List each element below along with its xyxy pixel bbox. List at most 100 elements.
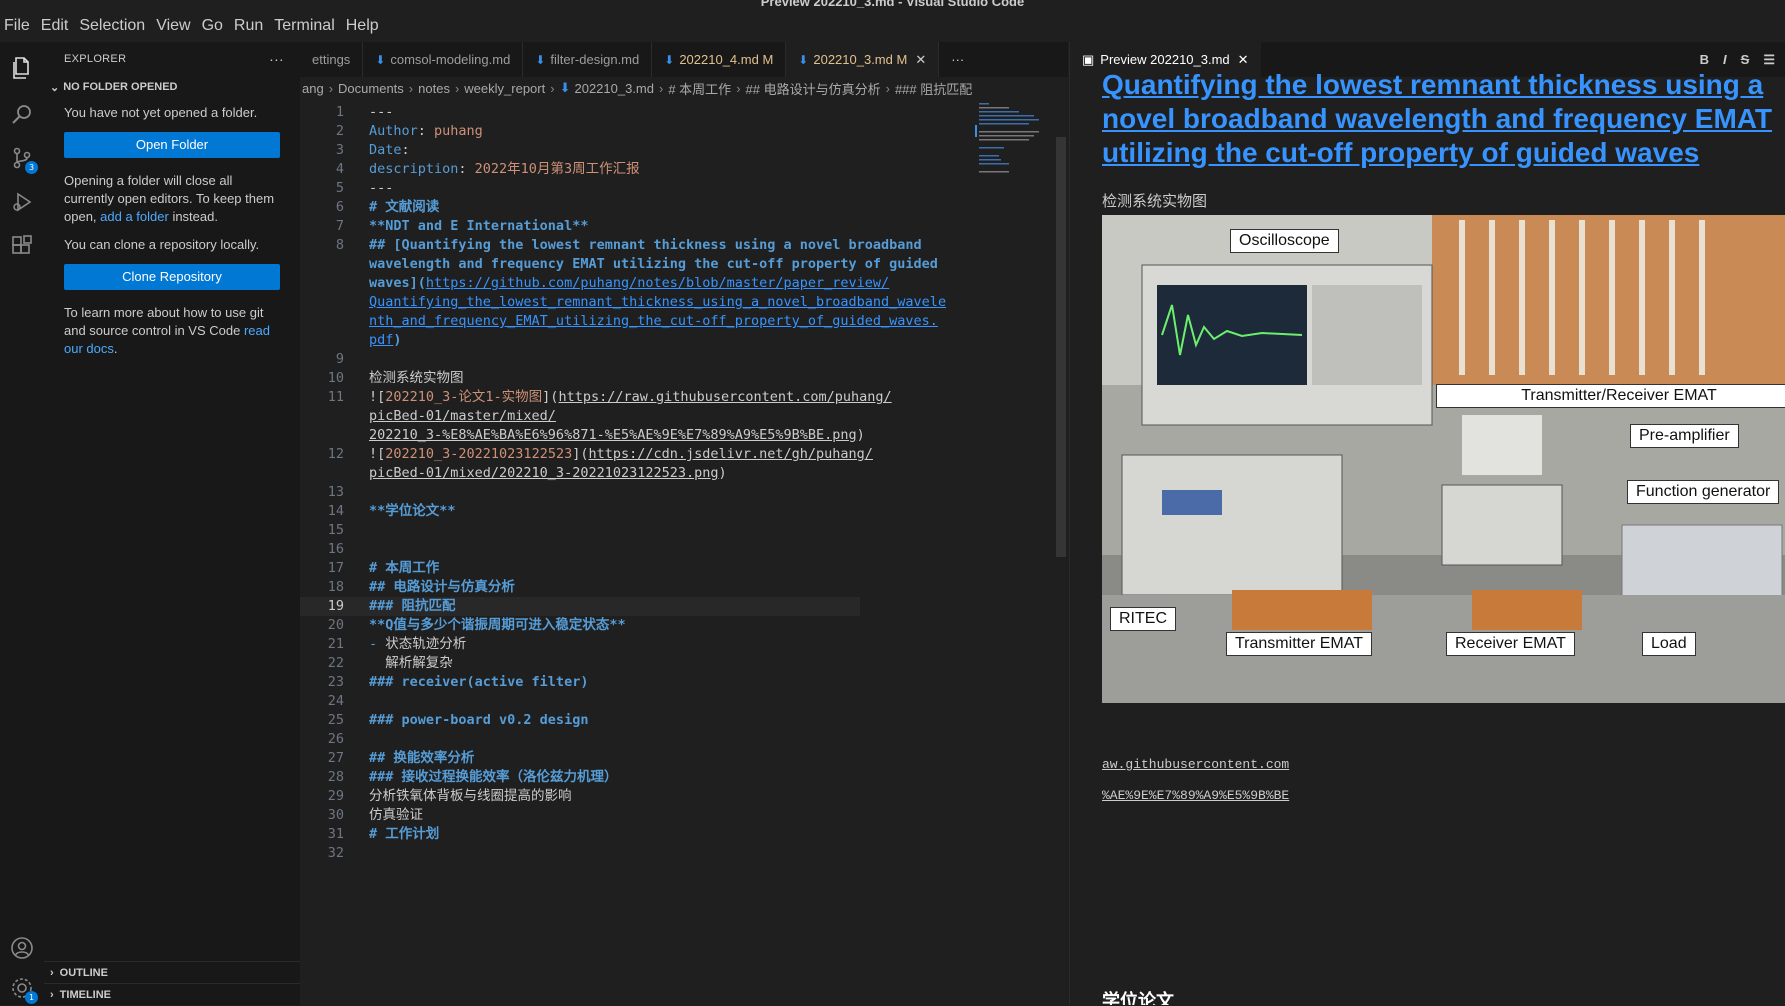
test-system-photo: Oscilloscope Transmitter/Receiver EMAT P… — [1102, 215, 1785, 703]
open-folder-note: Opening a folder will close all currentl… — [44, 166, 300, 230]
preview-body: Quantifying the lowest remnant thickness… — [1102, 68, 1785, 819]
minimap[interactable] — [975, 99, 1057, 1005]
search-icon[interactable] — [4, 96, 40, 132]
format-toolbar: B I S ☰ — [1700, 52, 1785, 68]
clone-text: You can clone a repository locally. — [64, 237, 260, 252]
markdown-icon: ⬇ — [798, 52, 809, 67]
tab-filter-design[interactable]: ⬇ filter-design.md — [523, 42, 653, 77]
label-ritec: RITEC — [1110, 607, 1176, 631]
editor-group: ettings ⬇ comsol-modeling.md ⬇ filter-desi… — [300, 42, 1068, 1005]
bold-icon[interactable]: B — [1700, 52, 1709, 68]
menu-edit[interactable]: Edit — [37, 17, 76, 35]
image-links: aw.githubusercontent.com %AE%9E%E7%89%A9… — [1102, 757, 1785, 803]
menu-terminal[interactable]: Terminal — [270, 17, 341, 35]
tab-label: filter-design.md — [550, 52, 640, 67]
tab-202210-4[interactable]: ⬇ 202210_4.md M — [652, 42, 787, 77]
activity-bar: 3 1 — [0, 42, 44, 1005]
menu-view[interactable]: View — [152, 17, 197, 35]
menu-file[interactable]: File — [0, 17, 37, 35]
tab-settings[interactable]: ettings — [300, 42, 364, 77]
explorer-icon[interactable] — [4, 50, 40, 86]
chevron-down-icon: ⌄ — [50, 81, 60, 94]
explorer-sidebar: EXPLORER ··· ⌄ NO FOLDER OPENED You have n… — [44, 42, 300, 1005]
label-function-generator: Function generator — [1627, 480, 1780, 504]
markdown-icon: ⬇ — [664, 52, 675, 67]
menu-go[interactable]: Go — [198, 17, 230, 35]
tab-label: comsol-modeling.md — [390, 52, 511, 67]
label-preamp: Pre-amplifier — [1630, 424, 1739, 448]
crumb[interactable]: # 本周工作 — [668, 79, 731, 98]
label-oscilloscope: Oscilloscope — [1230, 229, 1339, 253]
menu-bar: File Edit Selection View Go Run Terminal… — [0, 10, 1785, 42]
markdown-icon: ⬇ — [559, 80, 571, 95]
crumb[interactable]: ang — [302, 81, 324, 96]
tab-bar: ettings ⬇ comsol-modeling.md ⬇ filter-desi… — [300, 42, 1068, 77]
breadcrumb: ang › Documents › notes › weekly_report › ⬇ 2… — [302, 79, 973, 98]
docs-text: To learn more about how to use git and s… — [64, 305, 264, 338]
tab-label: 202210_3.md — [813, 52, 893, 67]
menu-help[interactable]: Help — [342, 17, 386, 35]
crumb[interactable]: 202210_3.md — [574, 81, 654, 96]
extensions-icon[interactable] — [4, 228, 40, 264]
tab-label: ettings — [312, 52, 351, 67]
settings-badge: 1 — [25, 991, 38, 1004]
thesis-heading: 学位论文 — [1102, 991, 1174, 1005]
markdown-preview: ▣ Preview 202210_3.md ✕ B I S ☰ Quantifyin… — [1069, 42, 1785, 1005]
menu-selection[interactable]: Selection — [75, 17, 152, 35]
explorer-header: EXPLORER ··· — [44, 42, 300, 76]
timeline-label: TIMELINE — [59, 988, 112, 1001]
code-editor[interactable]: 1 --- 2 Author: puhang 3 Date: 4 description… — [300, 99, 1000, 1005]
open-folder-button[interactable]: Open Folder — [64, 132, 280, 158]
chevron-right-icon: › — [50, 988, 54, 1001]
outline-label: OUTLINE — [59, 966, 108, 979]
tab-label: Preview 202210_3.md — [1100, 52, 1230, 67]
clone-repository-button[interactable]: Clone Repository — [64, 264, 280, 290]
scrollbar-thumb[interactable] — [1056, 137, 1066, 557]
image-link-2[interactable]: %AE%9E%E7%89%A9%E5%9B%BE — [1102, 788, 1785, 803]
crumb[interactable]: ## 电路设计与仿真分析 — [746, 79, 881, 98]
crumb[interactable]: Documents — [338, 81, 404, 96]
chevron-right-icon: › — [50, 966, 54, 979]
preview-icon: ▣ — [1082, 51, 1095, 67]
menu-run[interactable]: Run — [230, 17, 270, 35]
label-transmitter-emat: Transmitter EMAT — [1226, 632, 1373, 656]
crumb[interactable]: notes — [418, 81, 450, 96]
close-icon[interactable]: ✕ — [915, 52, 926, 68]
markdown-icon: ⬇ — [535, 52, 546, 67]
label-load: Load — [1642, 632, 1696, 656]
account-icon[interactable] — [4, 930, 40, 966]
label-trx-emat: Transmitter/Receiver EMAT — [1436, 384, 1785, 408]
list-icon[interactable]: ☰ — [1763, 52, 1775, 68]
settings-gear-icon[interactable]: 1 — [4, 970, 40, 1006]
add-folder-link[interactable]: add a folder — [100, 209, 169, 224]
git-docs-note: To learn more about how to use git and s… — [44, 298, 300, 362]
no-folder-text: You have not yet opened a folder. — [64, 105, 258, 120]
no-folder-section[interactable]: ⌄ NO FOLDER OPENED — [44, 76, 300, 98]
run-debug-icon[interactable] — [4, 184, 40, 220]
paper-title-link[interactable]: Quantifying the lowest remnant thickness… — [1102, 68, 1785, 170]
explorer-title: EXPLORER — [64, 53, 127, 65]
timeline-section[interactable]: › TIMELINE — [44, 983, 300, 1005]
tab-comsol-modeling[interactable]: ⬇ comsol-modeling.md — [363, 42, 524, 77]
close-icon[interactable]: ✕ — [1238, 52, 1249, 68]
docs-text-end: . — [113, 341, 118, 356]
scm-badge: 3 — [25, 161, 38, 174]
label-receiver-emat: Receiver EMAT — [1446, 632, 1575, 656]
crumb[interactable]: ### 阻抗匹配 — [895, 79, 972, 98]
source-control-icon[interactable]: 3 — [4, 140, 40, 176]
outline-section[interactable]: › OUTLINE — [44, 961, 300, 983]
more-tabs-icon[interactable]: ··· — [939, 42, 976, 77]
crumb[interactable]: weekly_report — [464, 81, 545, 96]
modified-flag: M — [762, 52, 774, 67]
note-text-end: instead. — [168, 209, 218, 224]
strikethrough-icon[interactable]: S — [1741, 52, 1750, 68]
modified-flag: M — [896, 52, 908, 67]
tab-label: 202210_4.md — [679, 52, 759, 67]
more-actions-icon[interactable]: ··· — [269, 51, 284, 67]
image-link-1[interactable]: aw.githubusercontent.com — [1102, 757, 1785, 772]
window-title: Preview 202210_3.md - Visual Studio Code — [760, 0, 1025, 9]
markdown-icon: ⬇ — [375, 52, 386, 67]
title-bar: Preview 202210_3.md - Visual Studio Code — [0, 0, 1785, 10]
italic-icon[interactable]: I — [1723, 52, 1727, 68]
tab-202210-3[interactable]: ⬇ 202210_3.md M ✕ — [786, 42, 940, 77]
